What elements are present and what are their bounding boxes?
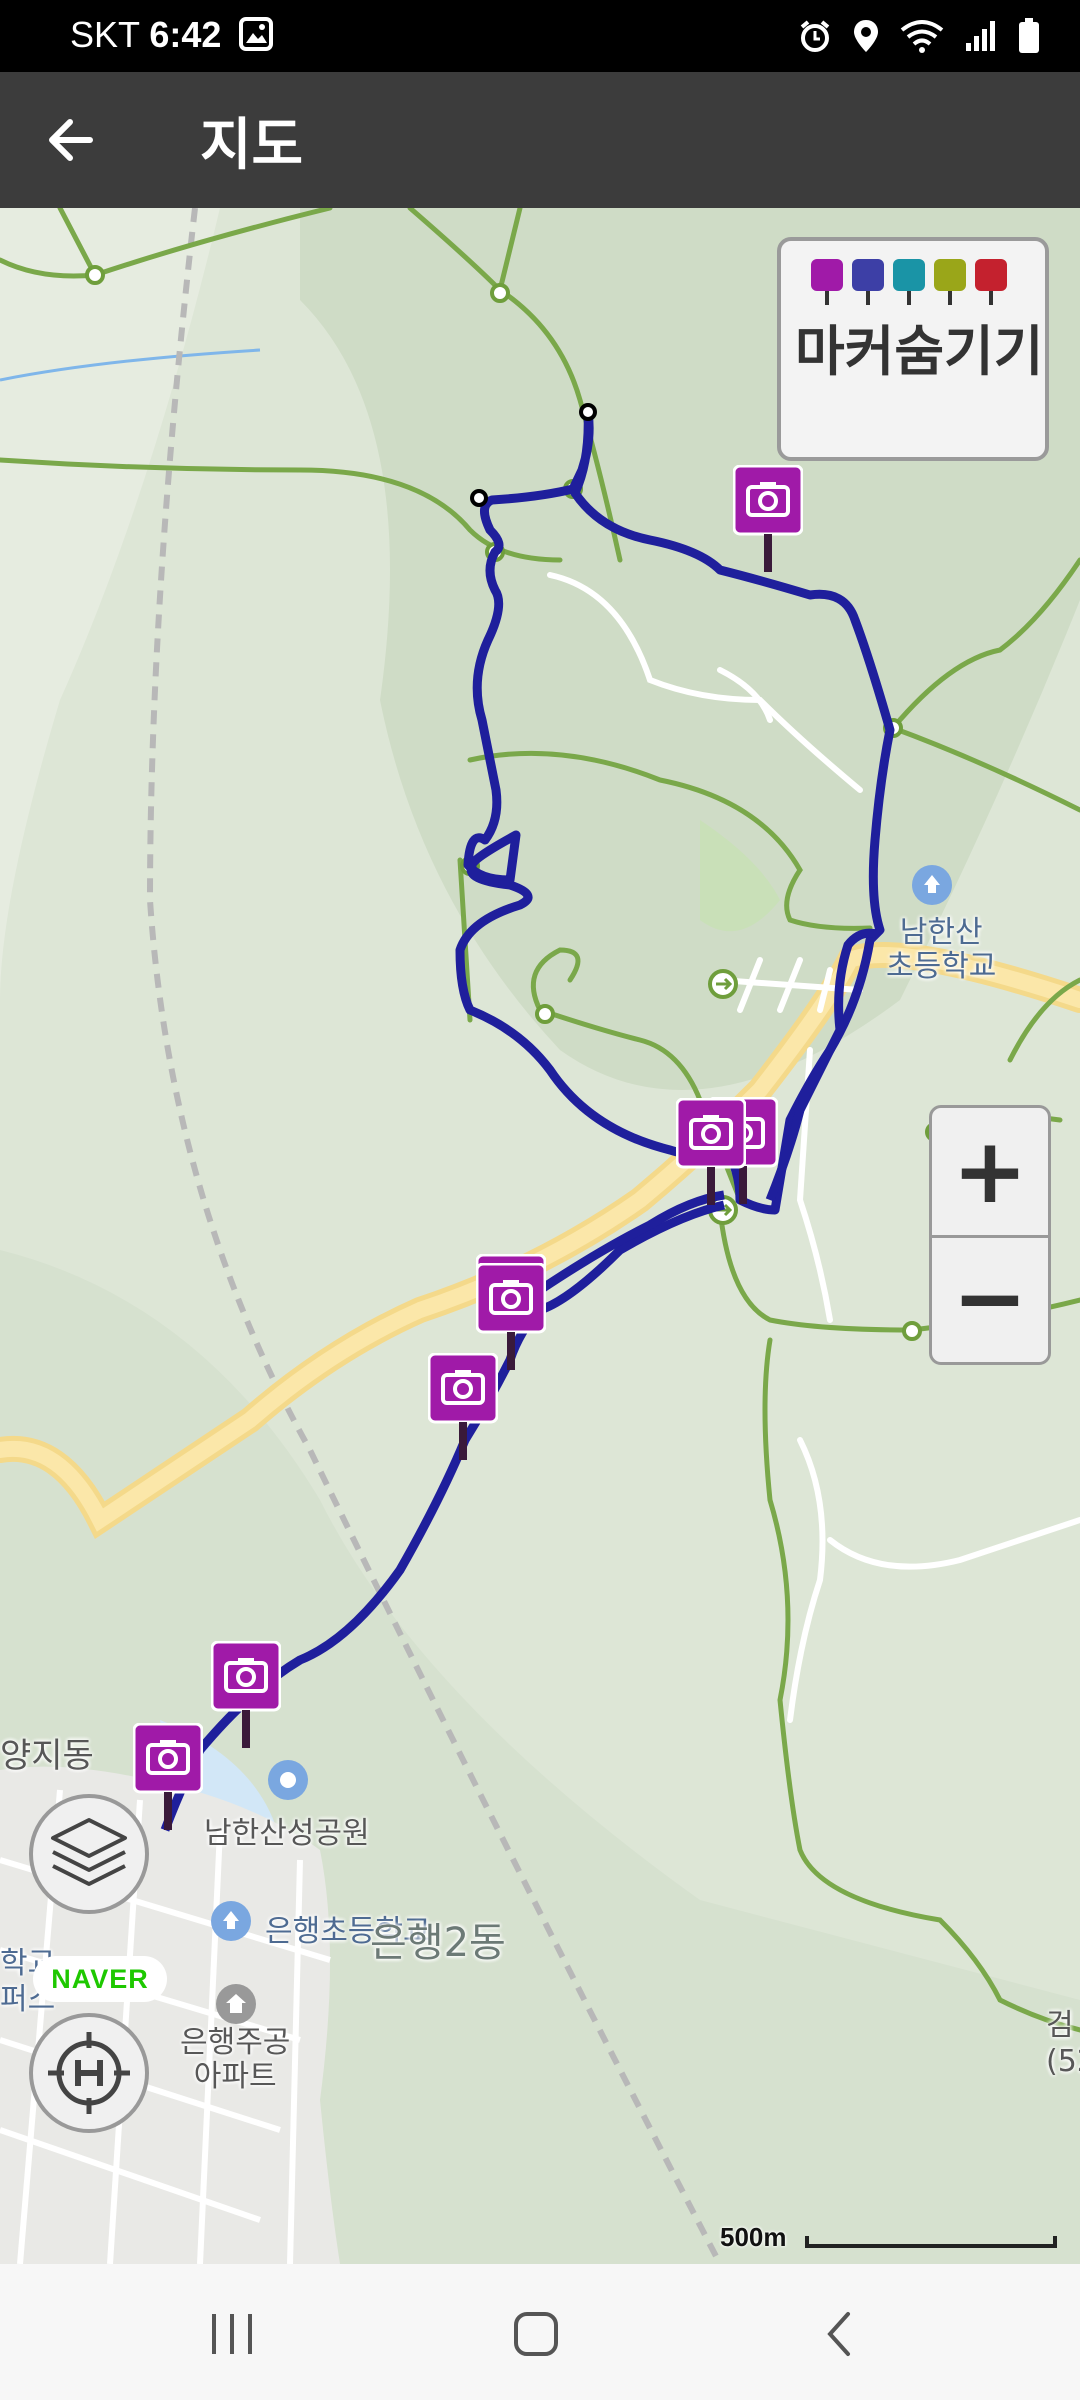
gallery-icon [239, 17, 274, 51]
home-locate-icon [48, 2032, 130, 2114]
zoom-in-button[interactable]: + [932, 1108, 1048, 1238]
hide-markers-button[interactable]: 마커숨기기 [777, 237, 1049, 461]
video-icon [852, 259, 884, 305]
layers-icon [51, 1818, 127, 1886]
location-icon [854, 20, 878, 52]
poi-label-right-edge: 검 (52 [1046, 2008, 1080, 2079]
status-bar: SKT 6:42 [0, 0, 1080, 72]
hide-markers-label: 마커숨기기 [795, 320, 1044, 383]
home-button[interactable] [496, 2304, 576, 2364]
camera-icon [132, 1722, 204, 1830]
back-button[interactable] [40, 108, 120, 172]
clock: 6:42 [149, 14, 222, 55]
system-nav-bar [0, 2264, 1080, 2400]
camera-icon [732, 464, 804, 572]
signal-icon [966, 21, 995, 51]
photo-marker[interactable] [675, 1097, 747, 1210]
recents-button[interactable] [192, 2304, 272, 2364]
poi-label-park: 남한산성공원 [204, 1816, 370, 1851]
pin-icon [893, 259, 925, 305]
battery-icon [1019, 18, 1039, 53]
camera-icon [811, 259, 843, 305]
zoom-control: + − [929, 1105, 1051, 1365]
scale-label: 500m [720, 2222, 787, 2252]
map-view[interactable]: 남한산 초등학교 남한산성공원 은행초등학교 은행2동 은행주공 아파트 양지동… [0, 208, 1080, 2264]
camera-icon [675, 1097, 747, 1205]
recents-icon [212, 2314, 252, 2354]
marker-type-legend [811, 259, 1007, 305]
wifi-icon [900, 20, 944, 53]
status-left: SKT 6:42 [70, 14, 274, 56]
locate-button[interactable] [29, 2013, 149, 2133]
memo-icon [934, 259, 966, 305]
camera-icon [427, 1352, 499, 1460]
carrier-label: SKT [70, 14, 140, 55]
photo-marker[interactable] [732, 464, 804, 577]
photo-marker[interactable] [210, 1640, 282, 1753]
district-label: 은행2동 [370, 1920, 506, 1966]
home-icon [514, 2312, 558, 2356]
district-label-yangji: 양지동 [0, 1736, 94, 1776]
photo-marker[interactable] [132, 1722, 204, 1835]
back-chevron-icon [827, 2312, 850, 2356]
poi-label-school1: 남한산 초등학교 [886, 915, 997, 984]
app-bar: 지도 [0, 72, 1080, 208]
layers-button[interactable] [29, 1794, 149, 1914]
page-title: 지도 [200, 113, 304, 178]
scale-bar [805, 2236, 1057, 2248]
map-canvas [0, 208, 1080, 2264]
back-nav-button[interactable] [800, 2304, 880, 2364]
alarm-icon [800, 20, 830, 52]
poi-label-apartment: 은행주공 아파트 [180, 2025, 291, 2094]
camera-icon [210, 1640, 282, 1748]
arrow-left-icon [49, 119, 93, 161]
naver-logo: NAVER [33, 1956, 167, 2002]
flag-icon [975, 259, 1007, 305]
photo-marker[interactable] [427, 1352, 499, 1465]
status-right [798, 16, 1040, 56]
zoom-out-button[interactable]: − [932, 1235, 1048, 1362]
